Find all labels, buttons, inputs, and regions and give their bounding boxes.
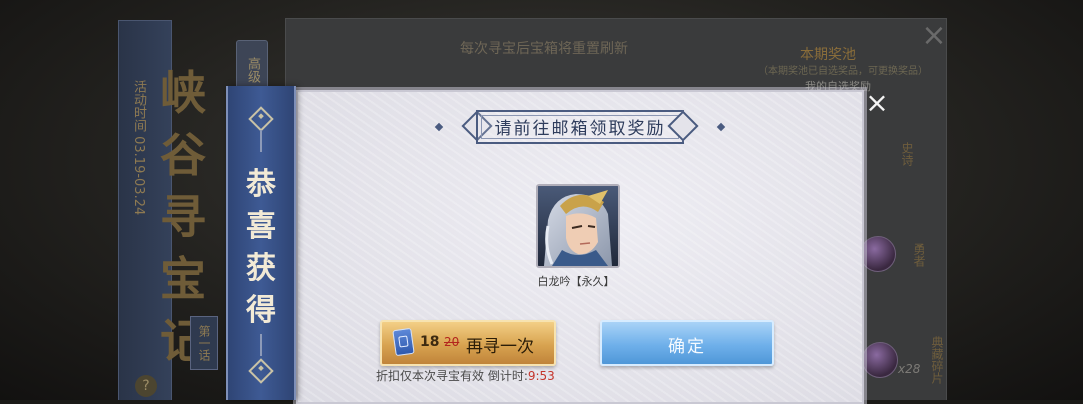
confirm-label: 确定	[668, 337, 706, 357]
refresh-notice: 每次寻宝后宝箱将重置刷新	[460, 41, 628, 57]
event-time: 活动时间 03.19-03.24	[131, 80, 146, 216]
dialog-title-plate: 请前往邮箱领取奖励	[458, 110, 699, 144]
rarity-label-brave: 勇者	[912, 243, 926, 267]
background-close-icon[interactable]: ×	[918, 20, 950, 52]
prize-count: x28	[898, 362, 921, 376]
discount-note: 折扣仅本次寻宝有效 倒计时:9:53	[376, 367, 555, 384]
hero-portrait-icon	[538, 186, 618, 266]
rarity-label-fragment: 典藏碎片	[930, 336, 944, 384]
help-icon[interactable]: ?	[135, 375, 157, 397]
congrats-char: 喜	[246, 209, 276, 244]
countdown-timer: 9:53	[527, 369, 555, 383]
prize-pool-subtitle: （本期奖池已自选奖品，可更换奖品）	[758, 66, 928, 77]
rarity-label-epic: 史诗	[900, 142, 914, 166]
congrats-char: 获	[246, 251, 276, 286]
confirm-button[interactable]: 确定	[600, 320, 774, 366]
dialog-title: 请前往邮箱领取奖励	[494, 119, 666, 139]
close-icon[interactable]: ×	[862, 88, 892, 118]
search-again-label: 再寻一次	[466, 337, 534, 357]
congrats-banner: 恭 喜 获 得	[226, 86, 296, 400]
reward-item-name: 白龙吟【永久】	[537, 275, 615, 288]
prize-avatar	[862, 342, 898, 378]
banner-divider	[260, 130, 262, 152]
reward-item-card[interactable]	[536, 184, 620, 268]
discount-note-text: 折扣仅本次寻宝有效 倒计时:	[376, 369, 528, 383]
congrats-char: 得	[246, 293, 276, 328]
original-price: 20	[444, 335, 460, 349]
prize-avatar	[860, 236, 896, 272]
coupon-icon	[392, 327, 415, 357]
congrats-char: 恭	[246, 167, 276, 202]
diamond-ornament-icon	[248, 106, 274, 132]
search-again-button[interactable]: 18 20 再寻一次	[380, 320, 556, 366]
prize-pool-title: 本期奖池	[800, 47, 856, 63]
discount-price: 18	[420, 334, 440, 350]
episode-label: 第一话	[190, 316, 218, 370]
banner-divider	[260, 334, 262, 356]
diamond-ornament-icon	[248, 358, 274, 384]
congrats-text: 恭 喜 获 得	[234, 164, 288, 332]
